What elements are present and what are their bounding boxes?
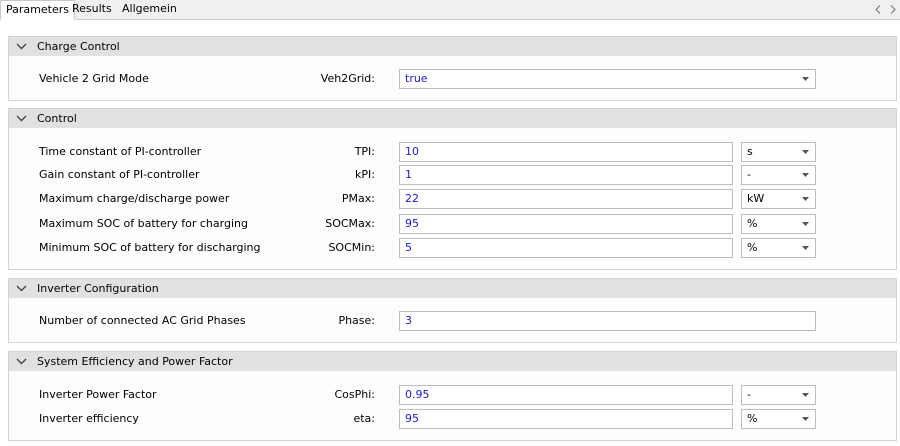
dropdown-arrow-icon	[802, 77, 809, 81]
param-name: Veh2Grid:	[320, 72, 375, 85]
cosphi-unit-dropdown[interactable]: -	[741, 385, 816, 405]
unit-value: %	[747, 412, 758, 425]
chevron-down-icon[interactable]	[16, 356, 27, 367]
dropdown-arrow-icon	[802, 417, 809, 421]
scroll-left-icon[interactable]	[872, 0, 884, 19]
dropdown-arrow-icon	[802, 246, 809, 250]
unit-value: -	[747, 388, 751, 401]
tab-bar: Parameters Results Allgemein	[0, 0, 900, 20]
dropdown-arrow-icon	[802, 173, 809, 177]
row-label: Gain constant of PI-controller	[39, 168, 200, 181]
field-value: 22	[405, 192, 419, 205]
param-name: PMax:	[341, 192, 375, 205]
param-name: CosPhi:	[334, 388, 375, 401]
eta-input[interactable]: 95	[399, 409, 733, 429]
group-charge-control: Charge Control Vehicle 2 Grid Mode Veh2G…	[8, 36, 897, 101]
field-value: 95	[405, 412, 419, 425]
pmax-input[interactable]: 22	[399, 189, 733, 209]
group-title: Inverter Configuration	[37, 282, 159, 295]
tab-allgemein[interactable]: Allgemein	[117, 0, 182, 18]
kpi-input[interactable]: 1	[399, 165, 733, 185]
socmax-unit-dropdown[interactable]: %	[741, 214, 816, 234]
group-title: Control	[37, 112, 77, 125]
group-title: System Efficiency and Power Factor	[37, 355, 233, 368]
tpi-unit-dropdown[interactable]: s	[741, 142, 816, 162]
socmin-unit-dropdown[interactable]: %	[741, 238, 816, 258]
chevron-down-icon[interactable]	[16, 283, 27, 294]
row-label: Vehicle 2 Grid Mode	[39, 72, 149, 85]
field-value: true	[405, 72, 428, 85]
param-name: Phase:	[338, 314, 375, 327]
param-name: SOCMin:	[328, 241, 375, 254]
field-value: 5	[405, 241, 412, 254]
param-name: kPI:	[355, 168, 375, 181]
unit-value: %	[747, 217, 758, 230]
field-value: 3	[405, 314, 412, 327]
unit-value: kW	[747, 192, 765, 205]
field-value: 10	[405, 145, 419, 158]
dropdown-arrow-icon	[802, 393, 809, 397]
unit-value: s	[747, 145, 753, 158]
row-label: Time constant of PI-controller	[39, 145, 202, 158]
group-header-inverter[interactable]: Inverter Configuration	[9, 279, 896, 298]
socmax-input[interactable]: 95	[399, 214, 733, 234]
param-name: eta:	[353, 412, 375, 425]
chevron-down-icon[interactable]	[16, 113, 27, 124]
group-system-efficiency: System Efficiency and Power Factor Inver…	[8, 351, 897, 441]
row-label: Maximum SOC of battery for charging	[39, 217, 248, 230]
param-name: TPI:	[354, 145, 375, 158]
tpi-input[interactable]: 10	[399, 142, 733, 162]
field-value: 0.95	[405, 388, 430, 401]
unit-value: -	[747, 168, 751, 181]
dropdown-arrow-icon	[802, 222, 809, 226]
unit-value: %	[747, 241, 758, 254]
kpi-unit-dropdown[interactable]: -	[741, 165, 816, 185]
group-header-charge-control[interactable]: Charge Control	[9, 37, 896, 56]
row-label: Inverter Power Factor	[39, 388, 157, 401]
field-value: 95	[405, 217, 419, 230]
group-header-efficiency[interactable]: System Efficiency and Power Factor	[9, 352, 896, 371]
scroll-right-icon[interactable]	[887, 0, 899, 19]
group-control: Control Time constant of PI-controller T…	[8, 108, 897, 270]
group-header-control[interactable]: Control	[9, 109, 896, 128]
param-name: SOCMax:	[325, 217, 375, 230]
veh2grid-dropdown[interactable]: true	[399, 69, 816, 89]
tab-parameters[interactable]: Parameters	[0, 0, 75, 20]
group-inverter-configuration: Inverter Configuration Number of connect…	[8, 278, 897, 343]
row-label: Minimum SOC of battery for discharging	[39, 241, 261, 254]
row-label: Inverter efficiency	[39, 412, 139, 425]
tab-results[interactable]: Results	[67, 0, 117, 18]
cosphi-input[interactable]: 0.95	[399, 385, 733, 405]
dropdown-arrow-icon	[802, 197, 809, 201]
eta-unit-dropdown[interactable]: %	[741, 409, 816, 429]
phase-input[interactable]: 3	[399, 311, 816, 331]
dropdown-arrow-icon	[802, 150, 809, 154]
group-title: Charge Control	[37, 40, 120, 53]
pmax-unit-dropdown[interactable]: kW	[741, 189, 816, 209]
row-label: Maximum charge/discharge power	[39, 192, 230, 205]
field-value: 1	[405, 168, 412, 181]
socmin-input[interactable]: 5	[399, 238, 733, 258]
row-label: Number of connected AC Grid Phases	[39, 314, 246, 327]
chevron-down-icon[interactable]	[16, 41, 27, 52]
